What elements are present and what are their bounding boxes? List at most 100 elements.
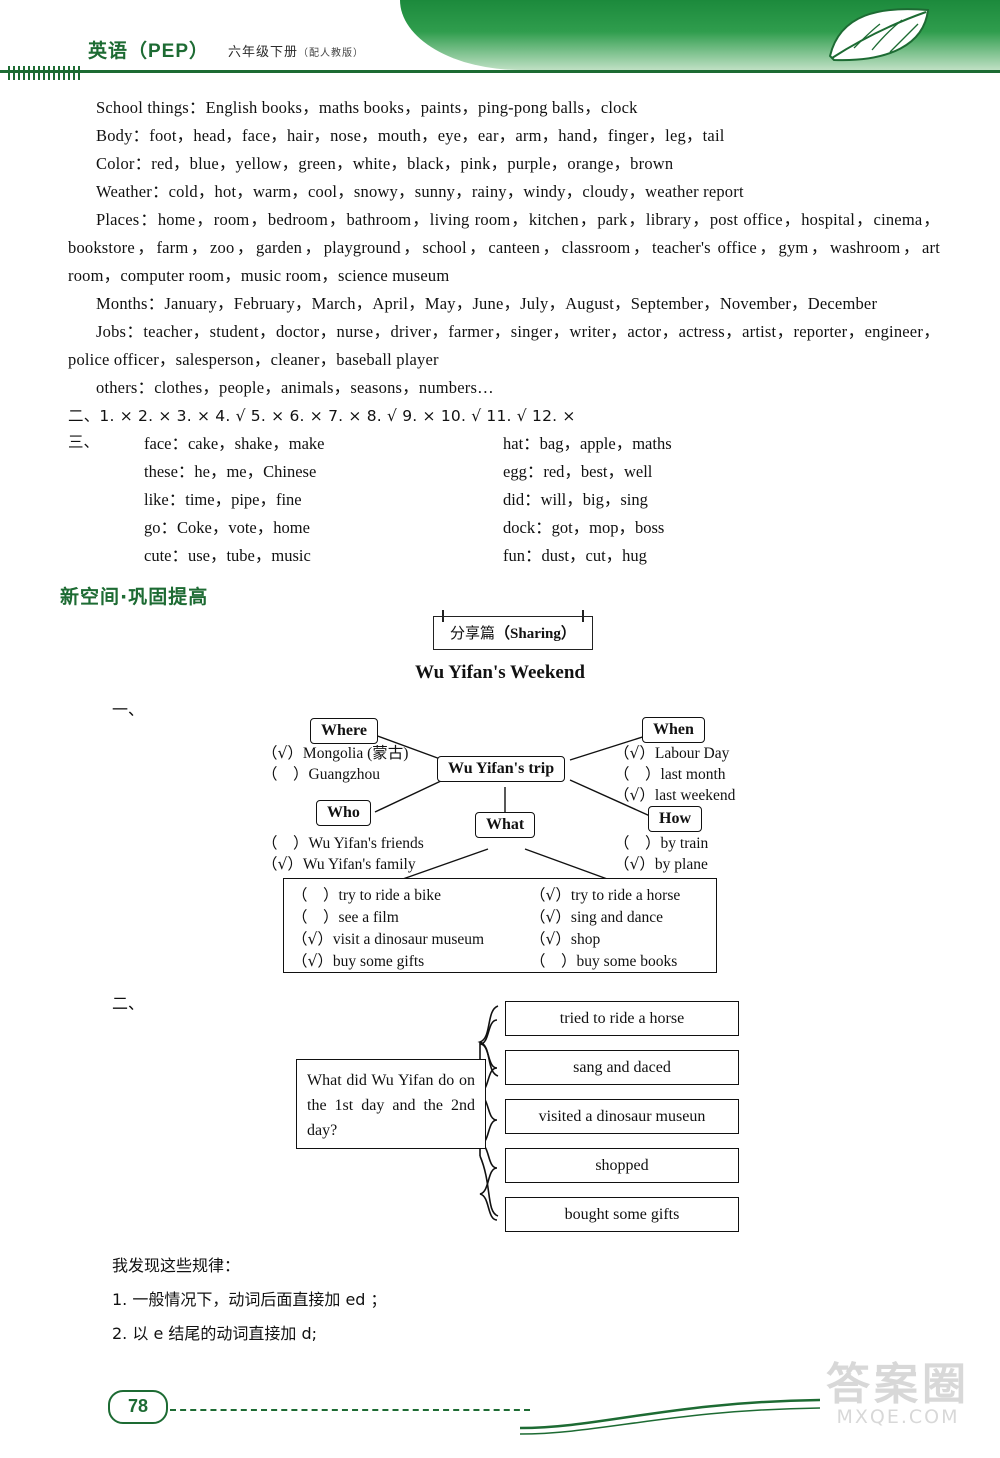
book-grade: 六年级下册（配人教版） <box>228 41 364 60</box>
page-content: School things：English books，maths books，… <box>0 78 1000 1351</box>
page-number: 78 <box>108 1390 168 1424</box>
phonics-left-5: cute：use，tube，music <box>144 546 311 565</box>
mindmap-option-what-r4[interactable]: （ ）buy some books <box>530 949 677 971</box>
answer-line-weather: Weather：cold，hot，warm，cool，snowy，sunny，r… <box>96 182 744 201</box>
mindmap-option-what-r1-label: try to ride a horse <box>570 887 681 904</box>
exercise-1-mindmap: 一、 Where When Wu Yifan's trip Who What H… <box>0 684 1000 984</box>
checkmark-icon: √ <box>629 744 640 762</box>
answer-line-color: Color：red，blue，yellow，green，white，black，… <box>96 154 674 173</box>
rules-section: 我发现这些规律： 1. 一般情况下，动词后面直接加 ed ； 2. 以 e 结尾… <box>0 1249 1000 1351</box>
rules-item-2: 2. 以 e 结尾的动词直接加 d; <box>112 1324 318 1343</box>
page-footer: 78 答案圈 MXQE.COM <box>0 1361 1000 1458</box>
mindmap-option-when-1-label: Labour Day <box>654 745 730 762</box>
footer-swoosh-decoration <box>520 1398 820 1435</box>
sharing-title: Wu Yifan's Weekend <box>415 662 585 683</box>
footer-dashed-line <box>170 1409 530 1411</box>
mindmap-option-what-r2-label: sing and dance <box>570 909 664 926</box>
mindmap-option-what-r3[interactable]: （√）shop <box>530 927 600 949</box>
mindmap-node-what[interactable]: What <box>475 812 536 838</box>
phonics-left-4: go：Coke，vote，home <box>144 518 310 537</box>
rules-heading: 我发现这些规律： <box>112 1256 241 1275</box>
mindmap-node-how[interactable]: How <box>648 806 702 832</box>
mindmap-node-center[interactable]: Wu Yifan's trip <box>437 756 566 782</box>
phonics-left-2: these：he，me，Chinese <box>144 462 317 481</box>
mindmap-option-who-1[interactable]: （ ）Wu Yifan's friends <box>262 831 424 853</box>
flow-item-3[interactable]: visited a dinosaur museun <box>505 1099 739 1134</box>
mindmap-option-when-2[interactable]: （ ）last month <box>614 762 726 784</box>
answer-line-jobs: Jobs：teacher，student，doctor，nurse，driver… <box>68 322 940 369</box>
flow-item-2[interactable]: sang and daced <box>505 1050 739 1085</box>
mindmap-option-how-1[interactable]: （ ）by train <box>614 831 708 853</box>
mindmap-option-where-2[interactable]: （ ）Guangzhou <box>262 762 380 784</box>
answer-line-body: Body：foot，head，face，hair，nose，mouth，eye，… <box>96 126 725 145</box>
checkmark-icon: √ <box>629 786 640 804</box>
mindmap-node-who[interactable]: Who <box>316 800 371 826</box>
answer-line-others: others：clothes，people，animals，seasons，nu… <box>96 378 494 397</box>
mindmap-option-what-l2-label: see a film <box>338 909 399 926</box>
phonics-left-3: like：time，pipe，fine <box>144 490 302 509</box>
mindmap-option-when-3-label: last weekend <box>654 787 736 804</box>
mindmap-option-when-2-label: last month <box>660 766 726 783</box>
checkmark-icon: √ <box>307 930 318 948</box>
watermark: 答案圈 MXQE.COM <box>826 1358 970 1429</box>
mindmap-option-how-2[interactable]: （√）by plane <box>614 852 708 874</box>
phonics-right-4: dock：got，mop，boss <box>503 518 665 537</box>
phonics-right-1: hat：bag，apple，maths <box>503 434 672 453</box>
book-title: 英语（PEP） <box>88 41 210 62</box>
mindmap-option-who-2-label: Wu Yifan's family <box>302 856 416 873</box>
watermark-title: 答案圈 <box>826 1358 970 1410</box>
mindmap-option-what-r2[interactable]: （√）sing and dance <box>530 905 663 927</box>
page-header: 英语（PEP） 六年级下册（配人教版） <box>0 0 1000 80</box>
mindmap-option-what-l3-label: visit a dinosaur museum <box>332 931 485 948</box>
mindmap-option-where-1-label: Mongolia (蒙古) <box>302 745 409 762</box>
checkmark-icon: √ <box>545 930 556 948</box>
sharing-tag: 分享篇（Sharing） <box>433 610 593 650</box>
answer-line-months: Months：January，February，March，April，May，… <box>96 294 878 313</box>
phonics-right-5: fun：dust，cut，hug <box>503 546 647 565</box>
flow-item-4[interactable]: shopped <box>505 1148 739 1183</box>
exercise-2-question: What did Wu Yifan do on the 1st day and … <box>296 1059 486 1149</box>
header-rule <box>0 70 1000 73</box>
mindmap-option-when-1[interactable]: （√）Labour Day <box>614 741 729 763</box>
mindmap-option-who-2[interactable]: （√）Wu Yifan's family <box>262 852 416 874</box>
mindmap-option-where-2-label: Guangzhou <box>308 766 380 783</box>
mindmap-option-where-1[interactable]: （√）Mongolia (蒙古) <box>262 741 408 763</box>
flow-item-5[interactable]: bought some gifts <box>505 1197 739 1232</box>
phonics-section: 三、 face：cake，shake，make hat：bag，apple，ma… <box>0 430 1000 570</box>
phonics-right-2: egg：red，best，well <box>503 462 653 481</box>
mindmap-option-what-l4[interactable]: （√）buy some gifts <box>292 949 424 971</box>
checkmark-icon: √ <box>277 855 288 873</box>
flow-brace-main <box>477 1005 499 1217</box>
watermark-domain: MXQE.COM <box>836 1406 960 1429</box>
mindmap-option-what-l1[interactable]: （ ）try to ride a bike <box>292 883 441 905</box>
phonics-row: like：time，pipe，fine did：will，big，sing <box>68 486 1000 514</box>
answer-line-places: Places：home，room，bedroom，bathroom，living… <box>68 210 940 285</box>
sharing-tag-cn: 分享篇 <box>450 624 496 642</box>
mindmap-option-what-r4-label: buy some books <box>576 953 678 970</box>
checkmark-icon: √ <box>545 886 556 904</box>
mindmap-option-how-1-label: by train <box>660 835 709 852</box>
mindmap-option-what-r3-label: shop <box>570 931 601 948</box>
book-edition-text: （配人教版） <box>298 48 365 59</box>
section-banner: 新空间·巩固提高 <box>60 586 209 608</box>
phonics-left-1: face：cake，shake，make <box>144 434 325 453</box>
phonics-row: 三、 face：cake，shake，make hat：bag，apple，ma… <box>68 430 1000 458</box>
sharing-tag-wrap: 分享篇（Sharing） <box>0 610 1000 656</box>
exercise-2-flow: 二、 What did Wu Yifan do on the 1st day a… <box>0 984 1000 1249</box>
phonics-row: go：Coke，vote，home dock：got，mop，boss <box>68 514 1000 542</box>
mindmap-option-who-1-label: Wu Yifan's friends <box>308 835 424 852</box>
checkmark-icon: √ <box>307 952 318 970</box>
answer-section-two: 二、1. × 2. × 3. × 4. √ 5. × 6. × 7. × 8. … <box>68 407 576 425</box>
mindmap-option-what-r1[interactable]: （√）try to ride a horse <box>530 883 680 905</box>
sharing-tag-en: （Sharing） <box>495 626 576 642</box>
mindmap-node-when[interactable]: When <box>642 717 705 743</box>
phonics-right-3: did：will，big，sing <box>503 490 648 509</box>
checkmark-icon: √ <box>277 744 288 762</box>
flow-item-1[interactable]: tried to ride a horse <box>505 1001 739 1036</box>
checkmark-icon: √ <box>629 855 640 873</box>
mindmap-option-when-3[interactable]: （√）last weekend <box>614 783 735 805</box>
mindmap-option-what-l2[interactable]: （ ）see a film <box>292 905 399 927</box>
phonics-row: these：he，me，Chinese egg：red，best，well <box>68 458 1000 486</box>
mindmap-option-what-l3[interactable]: （√）visit a dinosaur museum <box>292 927 484 949</box>
mindmap-option-what-l4-label: buy some gifts <box>332 953 425 970</box>
